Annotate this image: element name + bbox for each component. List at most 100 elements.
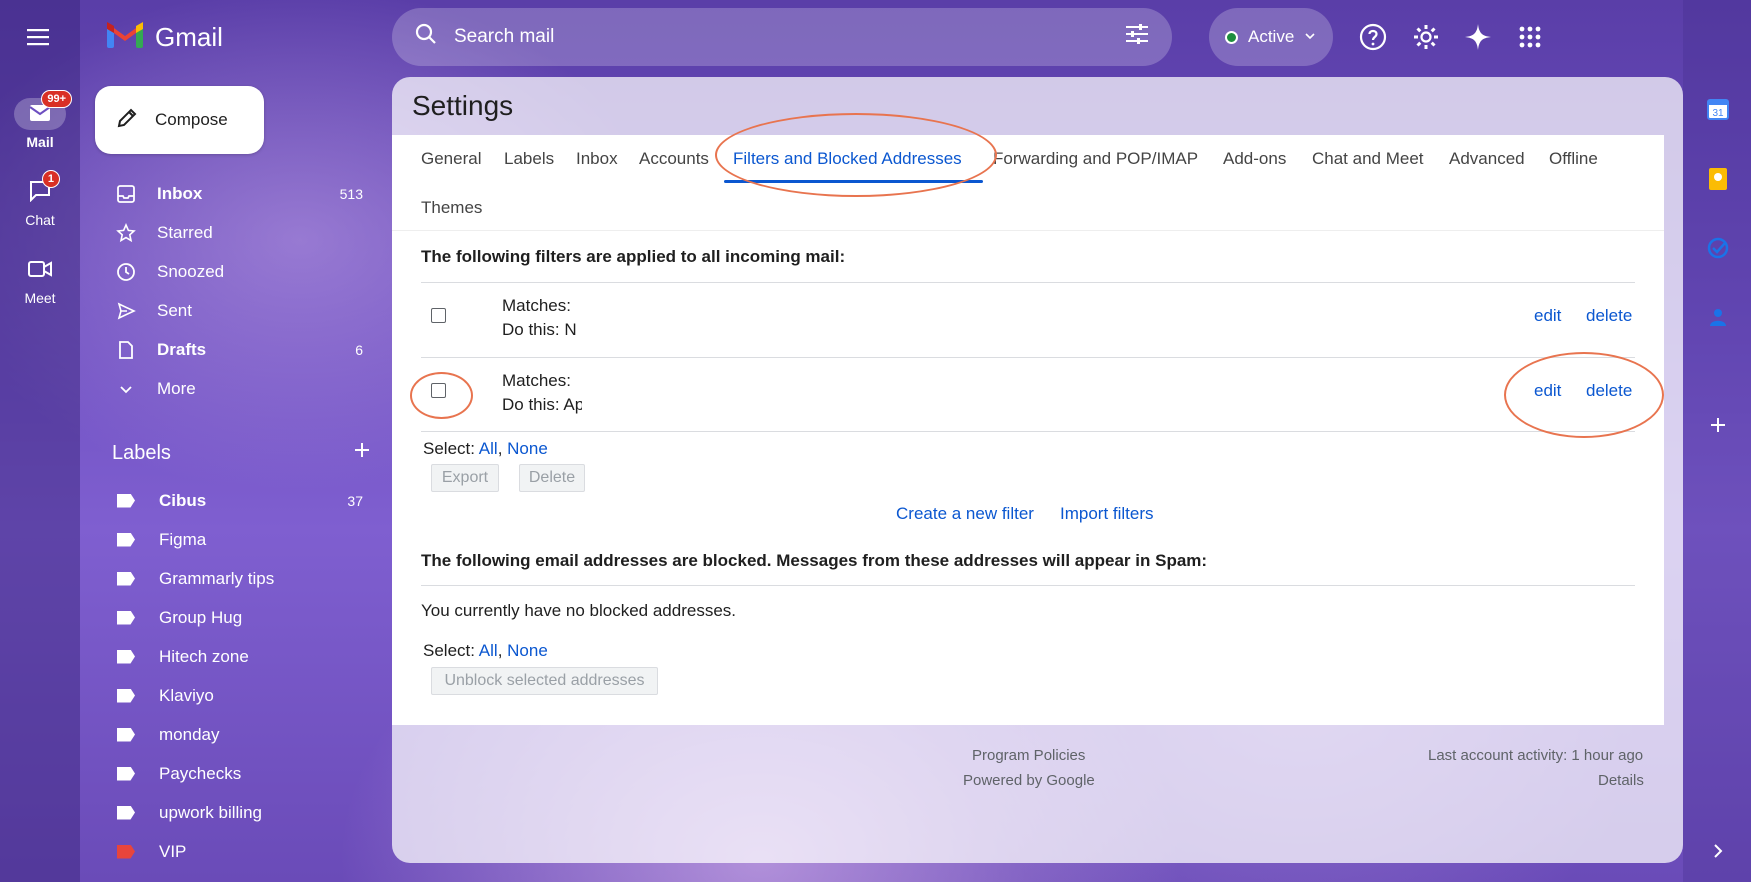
- no-blocked-message: You currently have no blocked addresses.: [421, 601, 737, 620]
- annotation-circle-checkbox: [410, 372, 473, 419]
- label-tag-icon: [117, 766, 135, 781]
- label-name: VIP: [159, 841, 187, 861]
- nav-item-more[interactable]: More: [95, 369, 375, 408]
- compose-label: Compose: [155, 110, 228, 129]
- add-addon-icon[interactable]: [1705, 412, 1731, 438]
- labels-title: Labels: [112, 441, 171, 464]
- rail-item-chat[interactable]: 1 Chat: [0, 170, 80, 228]
- filter-matches: Matches:: [502, 296, 571, 315]
- unblock-button[interactable]: Unblock selected addresses: [431, 667, 658, 695]
- filter-edit-link[interactable]: edit: [1534, 306, 1561, 326]
- nav-label: Starred: [157, 222, 213, 242]
- tab-general[interactable]: General: [421, 149, 481, 169]
- label-item[interactable]: upwork billing: [95, 793, 375, 832]
- search-options-icon[interactable]: [1124, 22, 1150, 52]
- label-item[interactable]: Group Hug: [95, 598, 375, 637]
- label-tag-icon: [117, 571, 135, 586]
- label-item[interactable]: VIP: [95, 832, 375, 871]
- help-icon[interactable]: [1358, 22, 1388, 52]
- label-item[interactable]: Paychecks: [95, 754, 375, 793]
- calendar-icon[interactable]: 31: [1705, 96, 1731, 122]
- rail-item-meet[interactable]: Meet: [0, 254, 80, 306]
- tab-themes[interactable]: Themes: [421, 198, 482, 218]
- label-name: Group Hug: [159, 607, 243, 627]
- label-item[interactable]: Klaviyo: [95, 676, 375, 715]
- select-none-link[interactable]: None: [507, 641, 548, 660]
- create-filter-link[interactable]: Create a new filter: [896, 504, 1034, 524]
- status-label: Active: [1248, 27, 1295, 46]
- nav-item-starred[interactable]: Starred: [95, 213, 375, 252]
- unread-count: 513: [339, 185, 363, 202]
- page-title: Settings: [412, 90, 514, 121]
- label-name: monday: [159, 724, 220, 744]
- apps-grid-icon[interactable]: [1515, 22, 1545, 52]
- divider: [392, 230, 1664, 231]
- filter-checkbox[interactable]: [431, 308, 446, 323]
- export-button[interactable]: Export: [431, 464, 499, 492]
- select-separator: ,: [497, 439, 503, 458]
- label-item[interactable]: Figma: [95, 520, 375, 559]
- status-dot: [1225, 30, 1238, 44]
- draft-count: 6: [355, 341, 363, 358]
- rail-label: Meet: [24, 290, 56, 306]
- rail-label: Mail: [26, 134, 54, 150]
- details-link[interactable]: Details: [1598, 772, 1644, 789]
- program-policies-link[interactable]: Program Policies: [972, 747, 1085, 764]
- select-none-link[interactable]: None: [507, 439, 548, 458]
- main-menu-icon[interactable]: [25, 25, 53, 49]
- label-name: upwork billing: [159, 802, 262, 822]
- rail-item-mail[interactable]: 99+ Mail: [0, 90, 80, 150]
- filter-delete-link[interactable]: delete: [1586, 306, 1632, 326]
- label-item[interactable]: Grammarly tips: [95, 559, 375, 598]
- nav-label: More: [157, 378, 196, 398]
- tasks-icon[interactable]: [1705, 235, 1731, 261]
- tab-accounts[interactable]: Accounts: [639, 149, 709, 169]
- search-icon[interactable]: [414, 22, 438, 52]
- label-name: Cibus: [159, 490, 207, 510]
- label-item[interactable]: Cibus 37: [95, 481, 375, 520]
- tab-advanced[interactable]: Advanced: [1449, 149, 1525, 169]
- gmail-logo[interactable]: Gmail: [105, 20, 223, 55]
- video-camera-icon: [27, 259, 53, 282]
- annotation-circle-actions: [1504, 352, 1664, 438]
- select-separator: ,: [497, 641, 503, 660]
- import-filters-link[interactable]: Import filters: [1060, 504, 1154, 524]
- pencil-icon: [115, 106, 139, 135]
- nav-item-inbox[interactable]: Inbox 513: [95, 174, 375, 213]
- compose-button[interactable]: Compose: [95, 86, 264, 154]
- clock-icon: [115, 261, 137, 283]
- tab-inbox[interactable]: Inbox: [576, 149, 618, 169]
- status-selector[interactable]: Active: [1209, 8, 1333, 66]
- delete-button[interactable]: Delete: [519, 464, 585, 492]
- select-all-link[interactable]: All: [479, 439, 498, 458]
- label-tag-icon: [117, 844, 135, 859]
- label-item[interactable]: Hitech zone: [95, 637, 375, 676]
- tab-chat-and-meet[interactable]: Chat and Meet: [1312, 149, 1424, 169]
- chevron-right-icon[interactable]: [1705, 838, 1731, 864]
- gear-icon[interactable]: [1411, 22, 1441, 52]
- search-input[interactable]: Search mail: [454, 26, 1124, 48]
- search-bar[interactable]: Search mail: [392, 8, 1172, 66]
- nav-item-drafts[interactable]: Drafts 6: [95, 330, 375, 369]
- nav-item-sent[interactable]: Sent: [95, 291, 375, 330]
- add-label-icon[interactable]: [352, 440, 372, 466]
- tab-add-ons[interactable]: Add-ons: [1223, 149, 1286, 169]
- label-item[interactable]: monday: [95, 715, 375, 754]
- contacts-icon[interactable]: [1705, 304, 1731, 330]
- sparkle-icon[interactable]: [1463, 22, 1493, 52]
- powered-by: Powered by Google: [963, 772, 1095, 789]
- label-tag-icon: [117, 610, 135, 625]
- tab-forwarding-and-pop-imap[interactable]: Forwarding and POP/IMAP: [993, 149, 1198, 169]
- divider: [421, 431, 1635, 432]
- label-tag-icon: [117, 532, 135, 547]
- keep-icon[interactable]: [1705, 166, 1731, 192]
- blocked-heading: The following email addresses are blocke…: [421, 551, 1208, 570]
- send-icon: [115, 300, 137, 322]
- select-all-link[interactable]: All: [479, 641, 498, 660]
- tab-offline[interactable]: Offline: [1549, 149, 1598, 169]
- filter-summary: Matches: Do this: N: [502, 294, 582, 342]
- label-tag-icon: [117, 727, 135, 742]
- side-panel-bar: [1683, 0, 1751, 882]
- nav-item-snoozed[interactable]: Snoozed: [95, 252, 375, 291]
- tab-labels[interactable]: Labels: [504, 149, 554, 169]
